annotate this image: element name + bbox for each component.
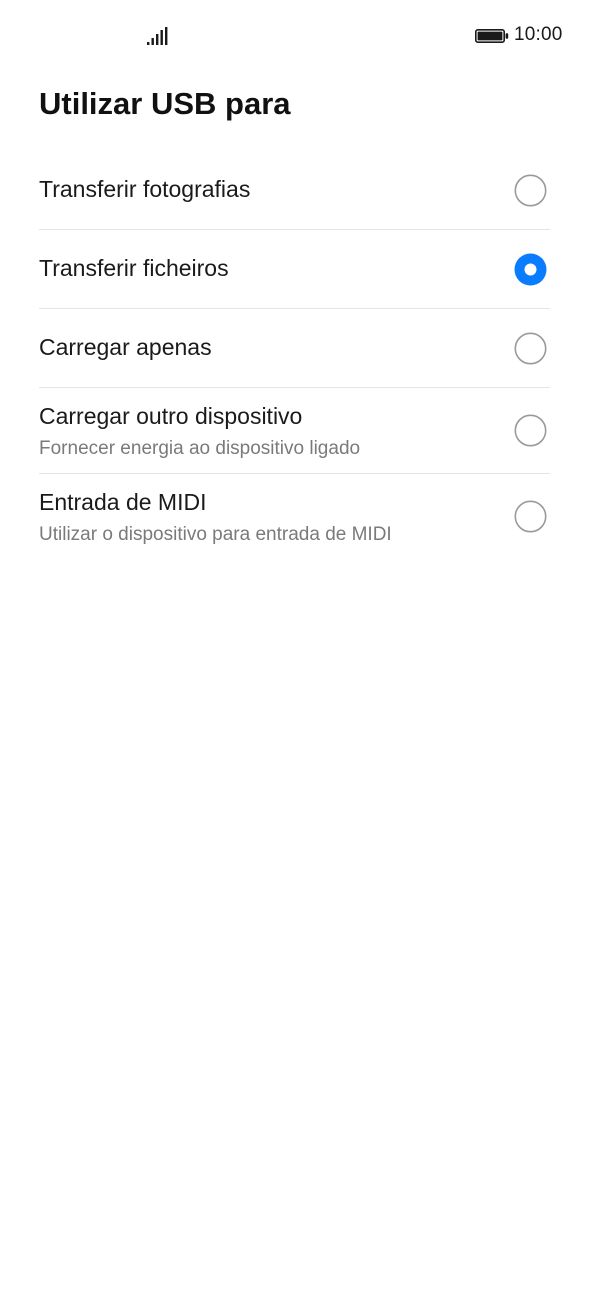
option-title: Transferir fotografias bbox=[39, 176, 251, 202]
option-subtitle: Fornecer energia ao dispositivo ligado bbox=[39, 438, 361, 459]
option-midi-input[interactable]: Entrada de MIDI Utilizar o dispositivo p… bbox=[39, 474, 550, 560]
status-time: 10:00 bbox=[514, 24, 563, 45]
radio-button-unselected[interactable] bbox=[514, 174, 547, 207]
option-title: Entrada de MIDI bbox=[39, 489, 207, 515]
radio-button-unselected[interactable] bbox=[514, 414, 547, 447]
battery-full-icon bbox=[475, 29, 509, 43]
radio-button-selected[interactable] bbox=[514, 253, 547, 286]
usb-mode-list: Transferir fotografias Transferir fichei… bbox=[39, 151, 550, 560]
option-title: Carregar outro dispositivo bbox=[39, 403, 303, 429]
option-charge-other-device[interactable]: Carregar outro dispositivo Fornecer ener… bbox=[39, 388, 550, 474]
option-charge-only[interactable]: Carregar apenas bbox=[39, 309, 550, 388]
option-title: Carregar apenas bbox=[39, 334, 212, 360]
option-transfer-files[interactable]: Transferir ficheiros bbox=[39, 230, 550, 309]
signal-bars-icon bbox=[147, 27, 168, 45]
page-title: Utilizar USB para bbox=[39, 86, 291, 121]
radio-button-unselected[interactable] bbox=[514, 500, 547, 533]
option-transfer-photos[interactable]: Transferir fotografias bbox=[39, 151, 550, 230]
option-subtitle: Utilizar o dispositivo para entrada de M… bbox=[39, 524, 392, 545]
radio-button-unselected[interactable] bbox=[514, 332, 547, 365]
option-title: Transferir ficheiros bbox=[39, 255, 229, 281]
status-bar: 10:00 bbox=[0, 0, 589, 72]
